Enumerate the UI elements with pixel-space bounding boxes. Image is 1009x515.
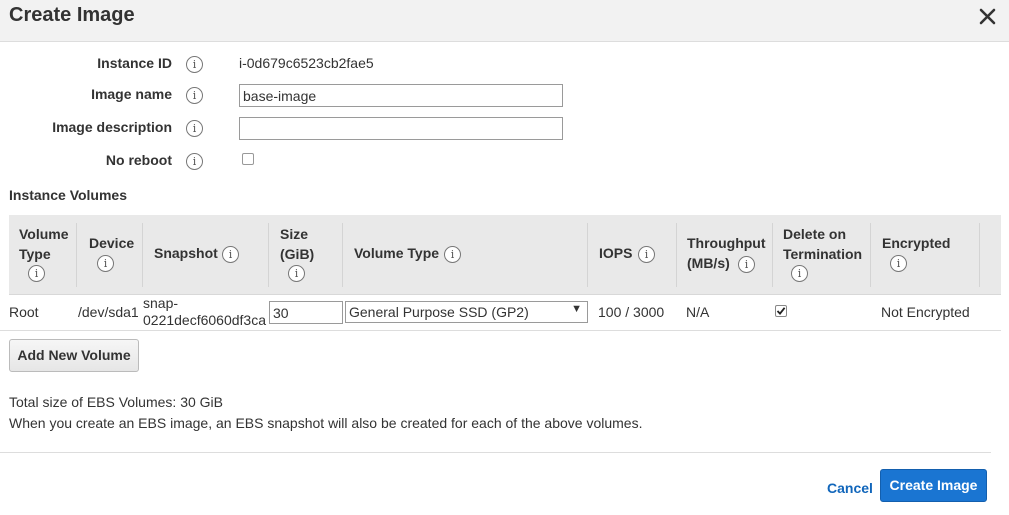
info-icon[interactable]: i: [222, 246, 239, 263]
info-icon[interactable]: i: [444, 246, 461, 263]
close-icon[interactable]: [977, 4, 999, 28]
header-size-line2: (GiB): [280, 245, 315, 262]
no-reboot-checkbox[interactable]: [242, 153, 254, 165]
volume-type-select[interactable]: General Purpose SSD (GP2) ▼: [345, 301, 588, 323]
checkmark-icon: [776, 307, 786, 315]
info-icon[interactable]: i: [186, 120, 203, 137]
header-volume-type: Volume Type: [19, 225, 69, 264]
delete-on-termination-checkbox[interactable]: [775, 305, 787, 317]
column-divider: [772, 223, 773, 287]
cell-encrypted: Not Encrypted: [881, 304, 970, 320]
column-divider: [342, 223, 343, 287]
add-new-volume-button[interactable]: Add New Volume: [9, 339, 139, 372]
info-icon[interactable]: i: [791, 265, 808, 282]
header-volume-type-line2: Type: [19, 245, 51, 262]
info-icon[interactable]: i: [890, 255, 907, 272]
header-size-line1: Size: [280, 226, 309, 242]
footer-divider: [0, 452, 991, 453]
header-delete-on-termination: Delete on Termination: [783, 225, 862, 264]
header-volume-type-line1: Volume: [19, 226, 69, 242]
info-icon[interactable]: i: [186, 87, 203, 104]
column-divider: [268, 223, 269, 287]
dialog-header: Create Image: [0, 0, 1009, 42]
header-throughput-line1: Throughput: [687, 235, 766, 251]
image-name-label: Image name: [91, 86, 172, 102]
cell-snapshot-line2: 0221decf6060df3ca: [143, 312, 266, 328]
header-encrypted: Encrypted: [882, 235, 951, 251]
info-icon[interactable]: i: [97, 255, 114, 272]
cell-device: /dev/sda1: [78, 304, 139, 320]
no-reboot-label: No reboot: [105, 152, 172, 168]
cell-snapshot-line1: snap-: [143, 295, 179, 311]
header-snapshot: Snapshot: [154, 245, 218, 261]
info-icon[interactable]: i: [288, 265, 305, 282]
info-icon[interactable]: i: [738, 256, 755, 273]
info-icon[interactable]: i: [28, 265, 45, 282]
instance-id-label: Instance ID: [97, 55, 172, 71]
snapshot-note-text: When you create an EBS image, an EBS sna…: [9, 415, 643, 431]
dialog-title: Create Image: [9, 4, 135, 26]
column-divider: [587, 223, 588, 287]
info-icon[interactable]: i: [186, 153, 203, 170]
create-image-button[interactable]: Create Image: [880, 469, 987, 502]
cell-volume-type: Root: [9, 304, 39, 320]
header-delete-line1: Delete on: [783, 226, 847, 242]
volume-type-select-value: General Purpose SSD (GP2): [349, 304, 529, 320]
header-volume-type-col: Volume Type: [354, 245, 440, 261]
column-divider: [870, 223, 871, 287]
header-iops: IOPS: [599, 245, 633, 261]
cell-throughput: N/A: [686, 304, 710, 320]
header-delete-line2: Termination: [783, 245, 863, 262]
header-device: Device: [89, 235, 135, 251]
info-icon[interactable]: i: [186, 56, 203, 73]
image-name-input[interactable]: [239, 84, 563, 107]
volumes-table-header: Volume Type i Device i Snapshot i Size (…: [9, 215, 1001, 295]
create-image-dialog: Create Image Instance ID i i-0d679c6523c…: [0, 0, 1009, 515]
dropdown-arrow-icon: ▼: [571, 303, 582, 315]
column-divider: [676, 223, 677, 287]
instance-volumes-title: Instance Volumes: [9, 187, 128, 203]
header-size: Size (GiB): [280, 225, 314, 264]
info-icon[interactable]: i: [638, 246, 655, 263]
size-input[interactable]: [269, 301, 343, 324]
total-size-text: Total size of EBS Volumes: 30 GiB: [9, 394, 223, 410]
instance-id-value: i-0d679c6523cb2fae5: [239, 55, 374, 71]
image-description-label: Image description: [52, 119, 172, 135]
image-description-input[interactable]: [239, 117, 563, 140]
column-divider: [142, 223, 143, 287]
column-divider: [76, 223, 77, 287]
cell-snapshot: snap- 0221decf6060df3ca: [143, 295, 266, 329]
cell-iops: 100 / 3000: [598, 304, 665, 320]
column-divider: [979, 223, 980, 287]
cancel-button[interactable]: Cancel: [827, 480, 873, 496]
